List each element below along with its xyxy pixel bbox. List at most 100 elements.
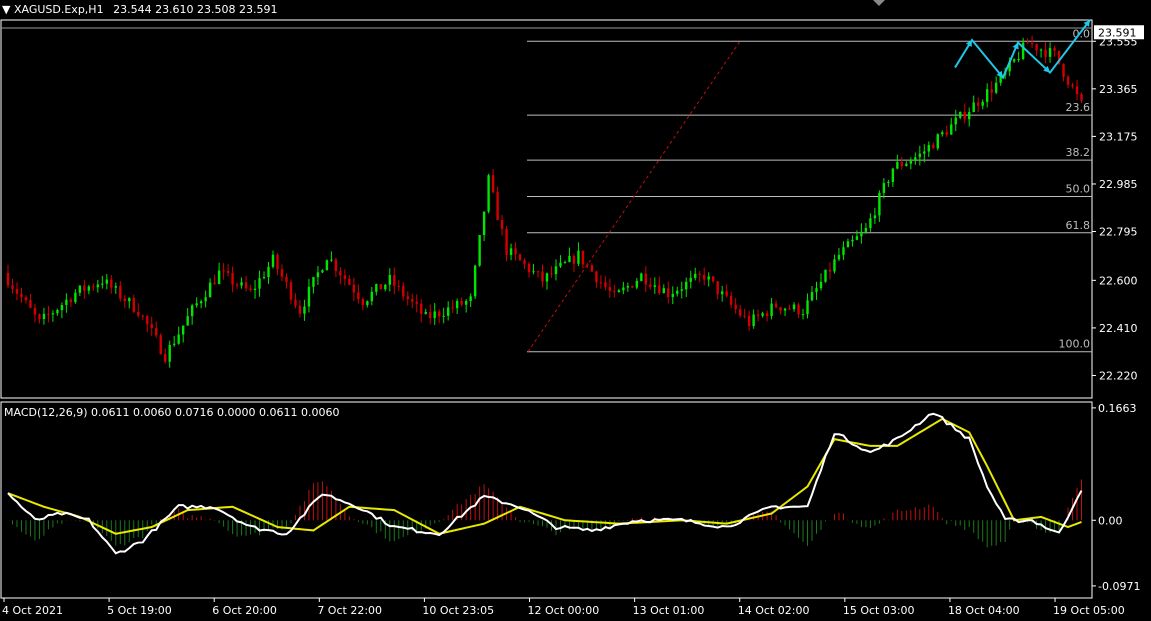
candle [720,285,724,302]
candle [595,270,598,288]
candle-body [87,286,91,291]
candle-body [554,266,558,275]
candle-body [685,281,688,290]
candle-body [469,296,472,302]
candle-body [572,255,576,264]
candle [496,186,499,221]
candle-body [438,311,441,317]
candle [559,255,562,269]
time-tick-label: 14 Oct 02:00 [738,604,810,617]
candle [954,109,957,132]
candle [20,287,23,303]
candle-body [896,162,899,169]
candle [491,169,495,194]
candle-body [442,315,445,317]
candle [316,266,320,285]
candle [33,303,37,323]
candle [703,267,706,286]
candle-body [613,291,616,293]
candle [658,276,661,295]
candle [837,248,841,262]
candle-body [478,235,481,266]
price-tick-label: 22.985 [1099,178,1138,191]
candle [123,295,126,309]
candle [181,325,185,343]
candle-body [1053,48,1056,51]
candle-body [222,270,225,272]
candle [325,259,329,271]
candle-body [1044,49,1047,57]
candle-body [662,288,665,294]
candle [51,310,55,322]
candle-body [20,293,23,298]
candle [950,117,953,135]
candle [204,290,207,308]
candle-body [743,315,746,317]
candle-body [640,273,643,281]
candle-body [707,276,710,280]
candle [554,259,558,281]
collapse-triangle-icon[interactable]: ▼ [2,3,10,16]
candle-body [658,285,661,294]
candle-body [994,82,998,93]
candle-body [711,276,715,282]
candle-body [271,254,275,267]
candle-body [801,314,805,316]
candle [590,263,594,272]
candle [164,348,167,364]
candle [581,250,585,269]
candle-body [644,273,648,285]
candle-body [622,287,625,291]
candle [738,304,742,318]
candle-body [47,313,50,315]
price-chart[interactable]: 0.023.638.250.061.8100.0 23.55523.36523.… [0,0,1151,621]
candle [572,253,576,272]
candle [851,235,854,247]
candle [280,264,284,282]
candle-body [590,265,594,272]
candle [927,141,930,157]
candle [550,266,553,278]
symbol-label: XAGUSD.Exp,H1 [13,3,104,16]
candle [357,284,360,304]
candle [1053,45,1056,57]
candle [334,257,338,278]
candle [190,303,194,325]
candle-body [384,284,387,290]
candle [968,107,971,127]
candle-body [985,89,989,102]
candle-body [563,261,567,263]
candle [500,214,504,236]
candle-body [824,269,827,282]
candle [253,280,257,299]
candle-body [253,288,257,291]
candle-body [262,277,266,279]
candle [69,297,73,308]
candle-body [1030,42,1034,45]
candle [613,284,616,298]
fib-level-label: 38.2 [1066,146,1091,159]
candle [694,267,697,281]
time-tick-label: 15 Oct 03:00 [843,604,915,617]
candle-body [1048,48,1052,57]
candle-body [307,286,311,307]
candle-body [424,311,427,314]
candle-body [923,151,926,154]
time-tick-label: 12 Oct 00:00 [528,604,600,617]
price-tick-label: 23.365 [1099,83,1138,96]
candle [945,125,948,138]
candle-body [869,218,872,229]
candle [429,304,432,325]
candle [941,130,944,137]
candle [541,264,544,288]
candle [406,291,409,306]
candle-body [339,271,342,276]
candle [977,97,980,113]
candle [119,280,122,302]
candle-body [348,278,351,285]
candle [415,294,418,313]
candle-body [249,288,252,291]
candle [716,281,719,300]
candle [509,243,513,261]
candle-body [536,271,540,273]
